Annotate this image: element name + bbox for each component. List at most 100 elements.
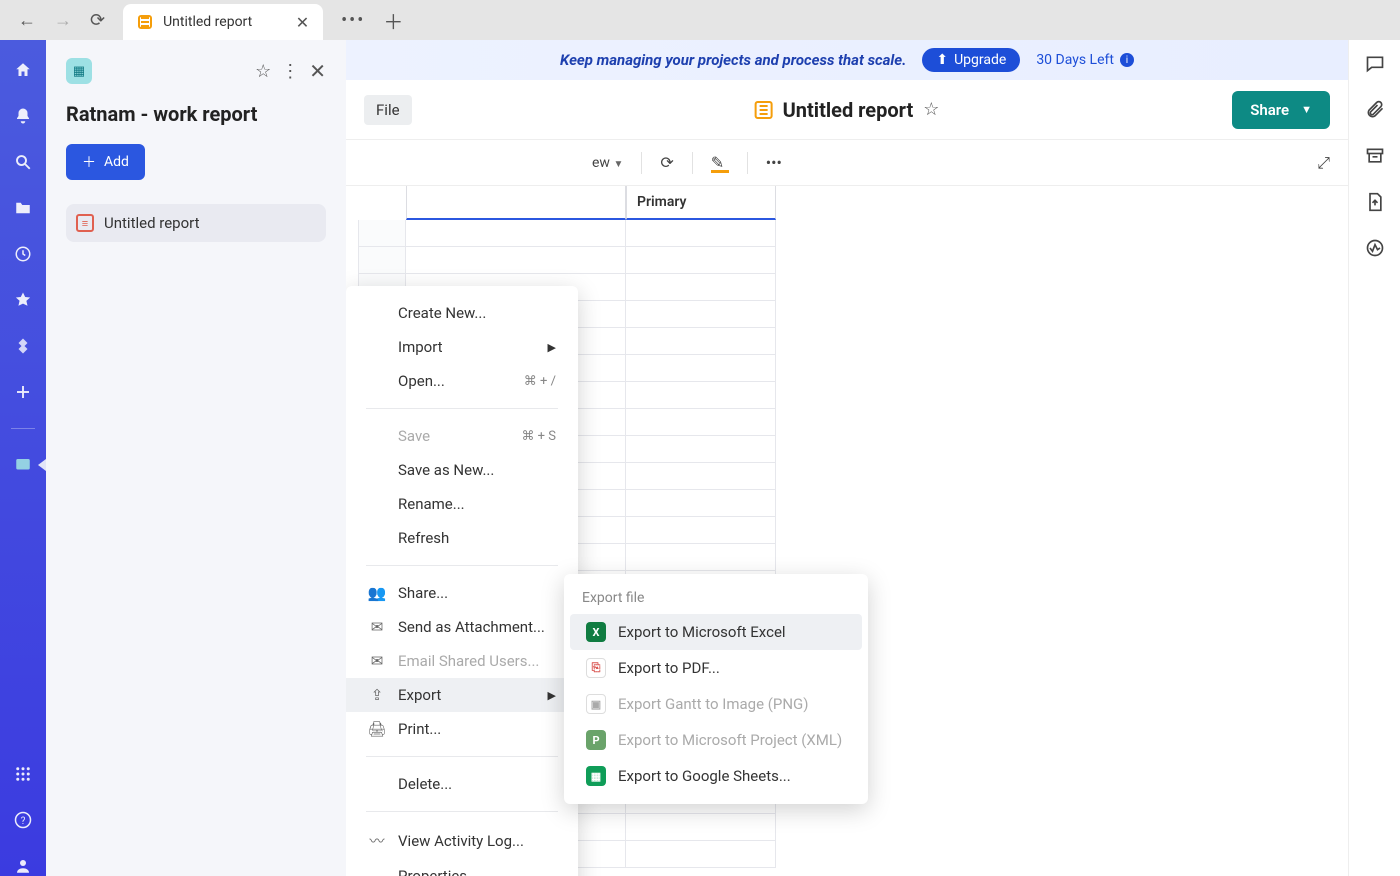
- upgrade-banner: Keep managing your projects and process …: [346, 40, 1348, 80]
- share-label: Share: [1250, 101, 1289, 119]
- activity-icon: 〰: [368, 830, 386, 851]
- msproject-icon: P: [586, 730, 606, 750]
- info-icon[interactable]: i: [1120, 53, 1134, 67]
- home-icon[interactable]: [13, 60, 33, 80]
- menu-print[interactable]: 🖨Print...: [346, 712, 578, 746]
- chevron-right-icon: ▶: [548, 689, 556, 702]
- upgrade-label: Upgrade: [954, 52, 1006, 68]
- menu-export[interactable]: ⇪Export▶: [346, 678, 578, 712]
- menu-properties[interactable]: Properties...: [346, 859, 578, 876]
- export-excel[interactable]: XExport to Microsoft Excel: [570, 614, 862, 650]
- toolbar: ew ▼ ⟳ ✎ ••• ⤢: [346, 140, 1348, 186]
- tab-title: Untitled report: [163, 14, 286, 30]
- folder-icon[interactable]: [13, 198, 33, 218]
- trial-days-label: 30 Days Left: [1036, 52, 1114, 68]
- doc-title[interactable]: Untitled report: [783, 98, 914, 122]
- menu-open[interactable]: Open...⌘ + /: [346, 364, 578, 398]
- doc-header: File Untitled report ☆ Share ▼: [346, 80, 1348, 140]
- comment-icon[interactable]: [1365, 54, 1385, 74]
- people-icon: 👥: [368, 584, 386, 602]
- highlighter-icon[interactable]: ✎: [711, 153, 729, 172]
- spreadsheet[interactable]: Primary 20212223242526 Create New... Imp…: [346, 186, 1348, 876]
- report-icon: [755, 101, 773, 119]
- column-header-primary[interactable]: Primary: [626, 186, 776, 220]
- account-icon[interactable]: [13, 856, 33, 876]
- file-menu-button[interactable]: File: [364, 95, 412, 125]
- report-icon: ≡: [76, 214, 94, 232]
- upgrade-arrow-icon: ⬆: [936, 52, 948, 68]
- workspace-badge-icon: ▦: [66, 58, 92, 84]
- menu-import[interactable]: Import▶: [346, 330, 578, 364]
- more-icon[interactable]: •••: [766, 153, 782, 172]
- add-button-label: Add: [104, 154, 129, 170]
- upgrade-button[interactable]: ⬆ Upgrade: [922, 48, 1020, 72]
- forward-icon[interactable]: →: [54, 10, 72, 31]
- export-submenu-title: Export file: [564, 584, 868, 614]
- chevron-right-icon: ▶: [548, 341, 556, 354]
- tab-close-icon[interactable]: ✕: [296, 13, 309, 32]
- mail-icon: ✉: [368, 618, 386, 636]
- menu-email-shared: ✉Email Shared Users...: [346, 644, 578, 678]
- refresh-icon[interactable]: ⟳: [660, 153, 673, 172]
- attachment-icon[interactable]: [1365, 100, 1385, 120]
- clock-icon[interactable]: [13, 244, 33, 264]
- activity-icon[interactable]: [1365, 238, 1385, 258]
- image-icon: ▣: [586, 694, 606, 714]
- search-icon[interactable]: [13, 152, 33, 172]
- column-header[interactable]: [406, 186, 626, 220]
- caret-down-icon: ▼: [1301, 103, 1312, 116]
- right-rail: [1348, 40, 1400, 876]
- sidebar-item-report[interactable]: ≡ Untitled report: [66, 204, 326, 242]
- plus-icon: ＋: [82, 152, 96, 172]
- add-button[interactable]: ＋ Add: [66, 144, 145, 180]
- svg-text:?: ?: [21, 816, 26, 827]
- report-icon: [137, 14, 153, 30]
- expand-icon[interactable]: ⤢: [1317, 153, 1330, 173]
- export-icon: ⇪: [368, 686, 386, 704]
- add-icon[interactable]: [13, 382, 33, 402]
- favorite-icon[interactable]: ☆: [255, 61, 271, 82]
- pdf-icon: ⎘: [586, 658, 606, 678]
- menu-save-as[interactable]: Save as New...: [346, 453, 578, 487]
- export-gantt-png: ▣Export Gantt to Image (PNG): [570, 686, 862, 722]
- gsheets-icon: ▦: [586, 766, 606, 786]
- file-menu: Create New... Import▶ Open...⌘ + / Save⌘…: [346, 286, 578, 876]
- file-upload-icon[interactable]: [1365, 192, 1385, 212]
- reload-icon[interactable]: ⟳: [90, 10, 105, 31]
- export-submenu: Export file XExport to Microsoft Excel ⎘…: [564, 574, 868, 804]
- workspace-icon[interactable]: [13, 455, 33, 475]
- app-rail: ?: [0, 40, 46, 876]
- print-icon: 🖨: [368, 720, 386, 738]
- menu-share[interactable]: 👥Share...: [346, 576, 578, 610]
- export-gsheets[interactable]: ▦Export to Google Sheets...: [570, 758, 862, 794]
- star-icon[interactable]: [13, 290, 33, 310]
- diamond-icon[interactable]: [13, 336, 33, 356]
- archive-icon[interactable]: [1365, 146, 1385, 166]
- sidebar-item-label: Untitled report: [104, 214, 200, 232]
- new-tab-icon[interactable]: ＋: [383, 6, 403, 35]
- menu-activity-log[interactable]: 〰View Activity Log...: [346, 822, 578, 859]
- content-area: Keep managing your projects and process …: [346, 40, 1348, 876]
- export-pdf[interactable]: ⎘Export to PDF...: [570, 650, 862, 686]
- menu-rename[interactable]: Rename...: [346, 487, 578, 521]
- apps-icon[interactable]: [13, 764, 33, 784]
- sidebar-close-icon[interactable]: ✕: [309, 59, 326, 83]
- help-icon[interactable]: ?: [13, 810, 33, 830]
- bell-icon[interactable]: [13, 106, 33, 126]
- menu-delete[interactable]: Delete...: [346, 767, 578, 801]
- favorite-icon[interactable]: ☆: [923, 99, 939, 120]
- menu-create-new[interactable]: Create New...: [346, 296, 578, 330]
- menu-send-attachment[interactable]: ✉Send as Attachment...: [346, 610, 578, 644]
- back-icon[interactable]: ←: [18, 10, 36, 31]
- browser-tab[interactable]: Untitled report ✕: [123, 4, 323, 40]
- excel-icon: X: [586, 622, 606, 642]
- kebab-icon[interactable]: ⋮: [281, 61, 299, 82]
- workspace-title: Ratnam - work report: [66, 102, 326, 126]
- menu-refresh[interactable]: Refresh: [346, 521, 578, 555]
- view-selector[interactable]: ew ▼: [592, 155, 623, 171]
- sidebar: ▦ ☆ ⋮ ✕ Ratnam - work report ＋ Add ≡ Unt…: [46, 40, 346, 876]
- share-button[interactable]: Share ▼: [1232, 91, 1330, 129]
- menu-save: Save⌘ + S: [346, 419, 578, 453]
- tabs-overflow-icon[interactable]: •••: [341, 10, 365, 31]
- export-msproject: PExport to Microsoft Project (XML): [570, 722, 862, 758]
